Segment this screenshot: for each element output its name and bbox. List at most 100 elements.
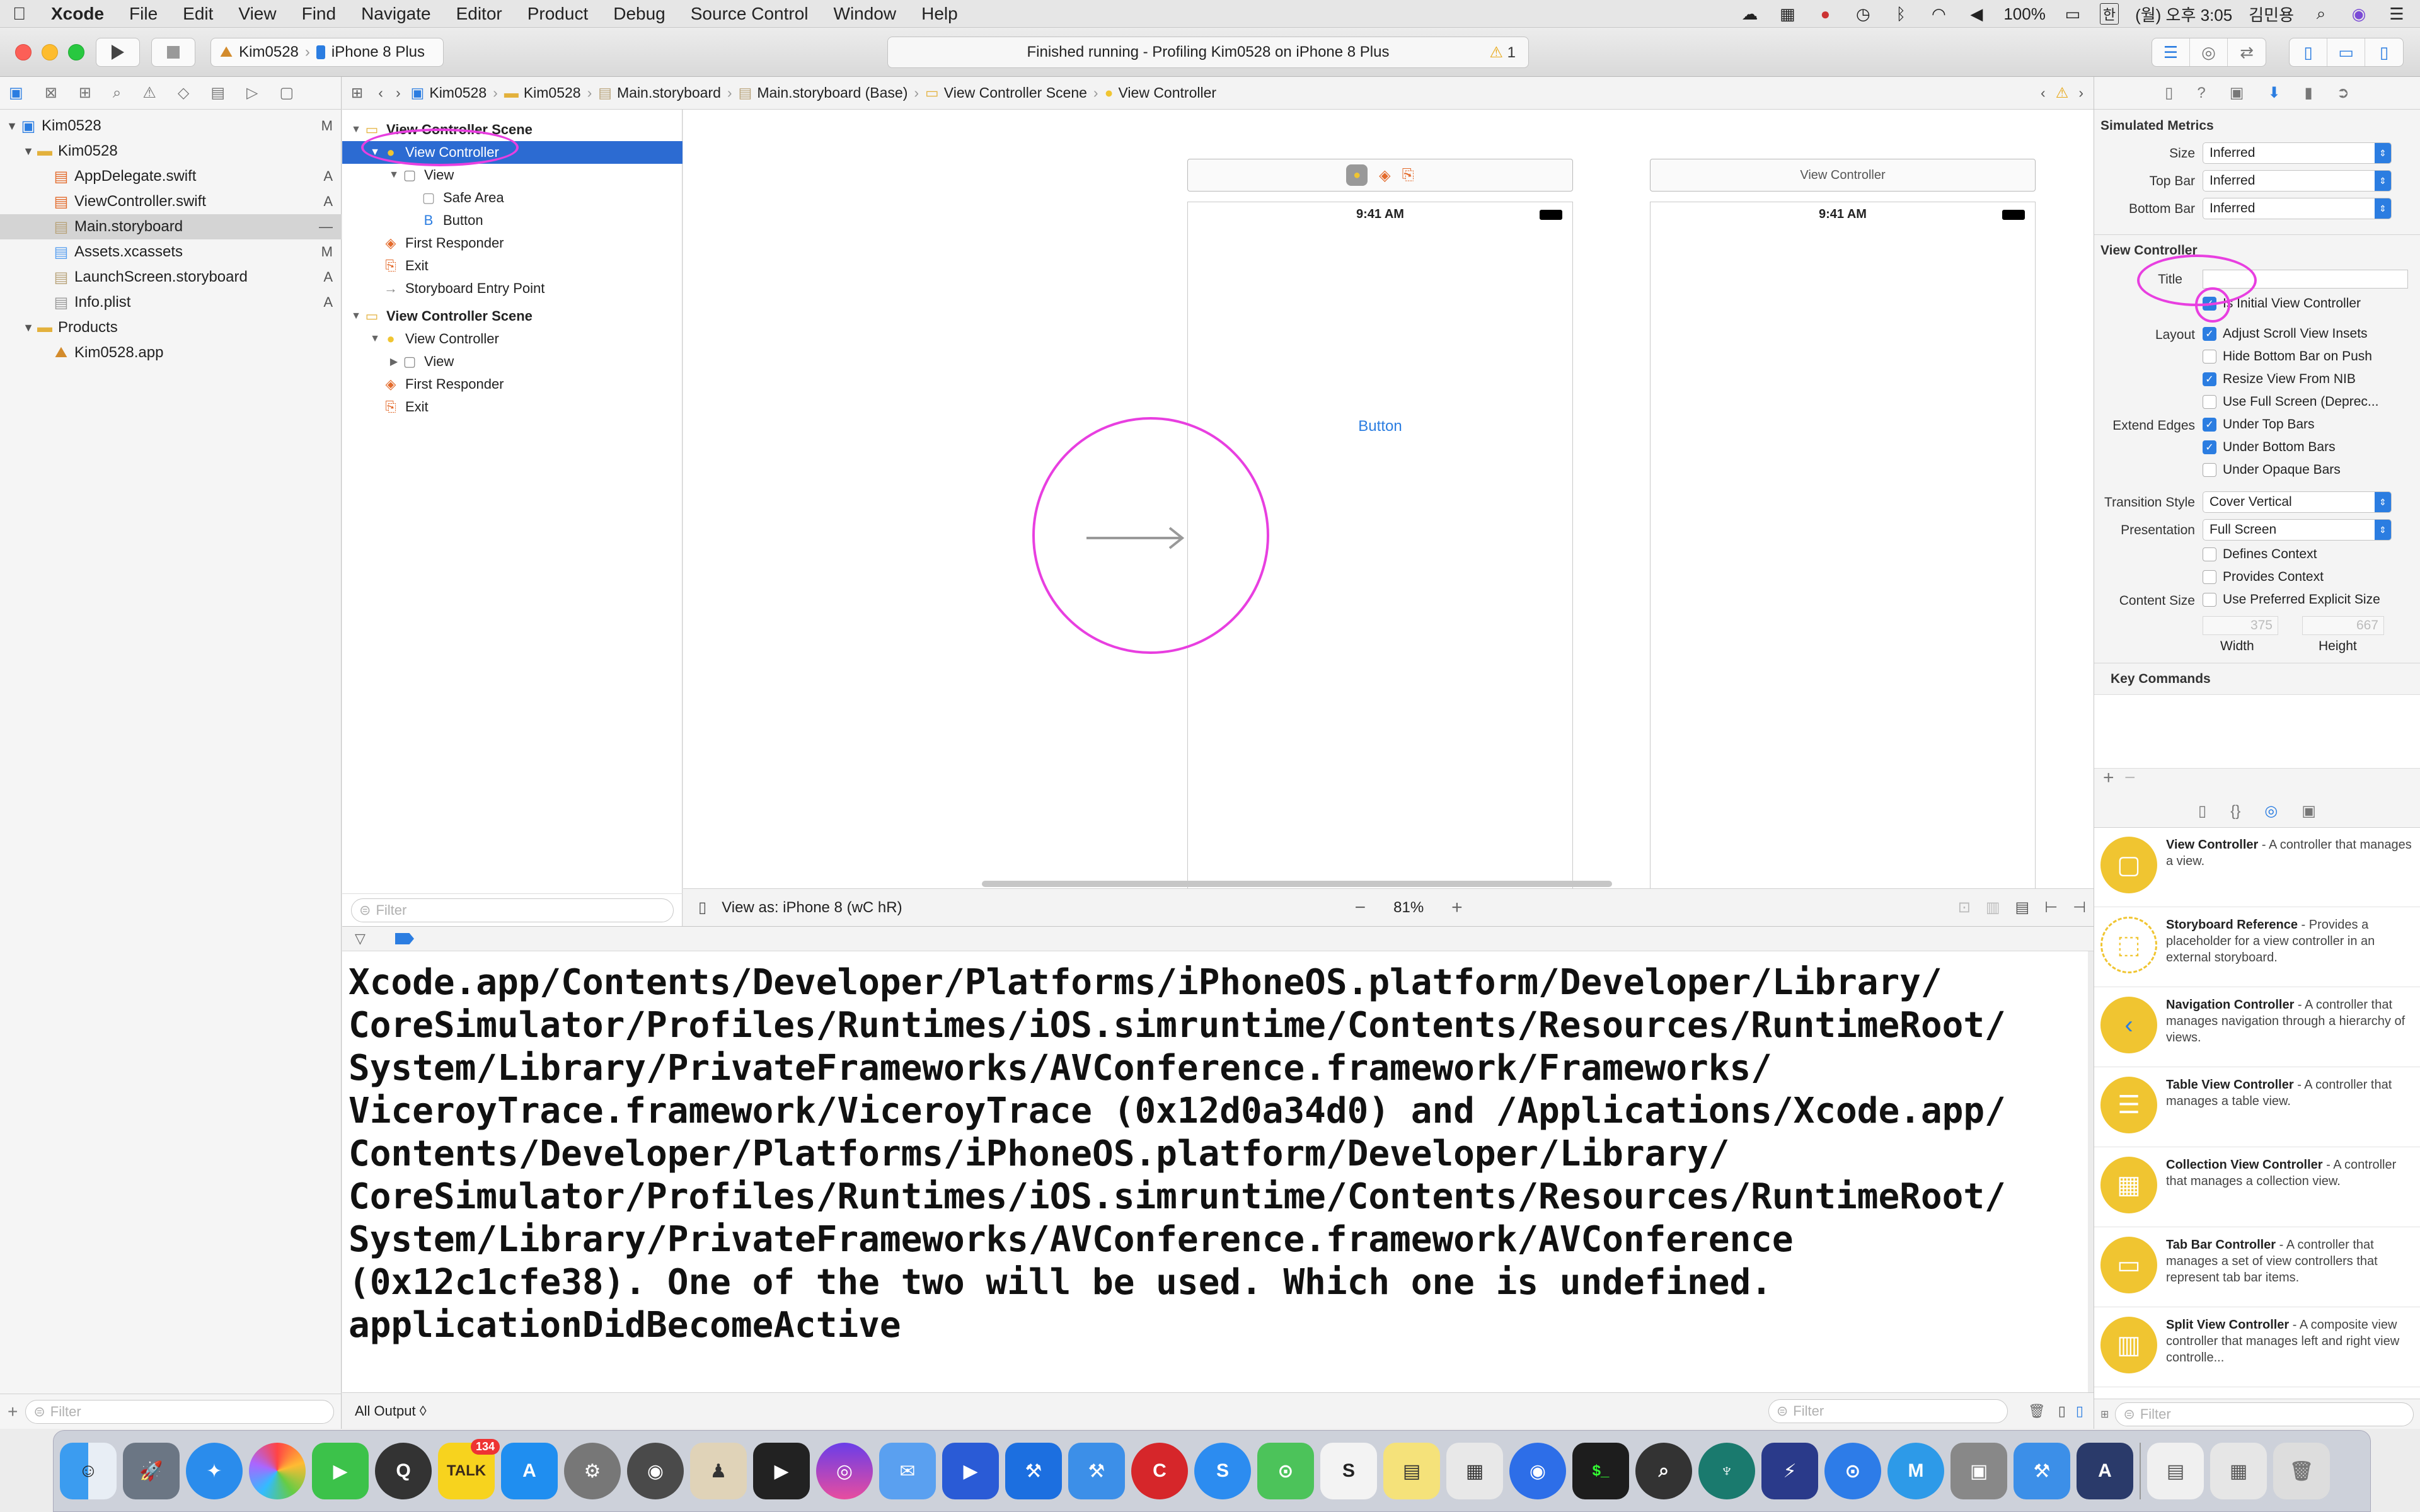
zoom-out-button[interactable]: −: [1340, 897, 1381, 919]
menu-debug[interactable]: Debug: [601, 0, 678, 28]
file-template-icon[interactable]: ▯: [2198, 802, 2206, 820]
console-filter-input[interactable]: ⊜ Filter: [1768, 1399, 2008, 1423]
navigator-item[interactable]: ▤ LaunchScreen.storyboard A: [0, 265, 342, 290]
trash-icon[interactable]: 🗑: [2020, 1403, 2053, 1419]
disclosure-triangle-icon[interactable]: ▼: [367, 333, 383, 345]
disclosure-triangle-icon[interactable]: ▼: [20, 145, 37, 158]
zoom-level[interactable]: 81%: [1381, 899, 1436, 917]
navigator-item[interactable]: ▤ Info.plist A: [0, 290, 342, 315]
remove-icon[interactable]: −: [2124, 767, 2136, 789]
provides-context-checkbox[interactable]: Provides Context: [2203, 570, 2324, 585]
navigator-item[interactable]: ▤ ViewController.swift A: [0, 189, 342, 214]
navigator-item[interactable]: ▼ ▣ Kim0528 M: [0, 113, 342, 139]
menu-window[interactable]: Window: [821, 0, 909, 28]
previous-issue-icon[interactable]: ‹: [2034, 84, 2052, 101]
preferred-size-checkbox[interactable]: Use Preferred Explicit Size: [2203, 592, 2380, 607]
storyboard-button[interactable]: Button: [1188, 418, 1572, 435]
presentation-select[interactable]: Full Screen ⇕: [2203, 519, 2392, 541]
toggle-utilities-icon[interactable]: ▯: [2365, 38, 2403, 66]
preview-icon[interactable]: ▦: [1446, 1443, 1503, 1499]
scheme-selector[interactable]: ⛰ Kim0528 › iPhone 8 Plus: [210, 38, 444, 67]
disclosure-triangle-icon[interactable]: ▼: [386, 169, 401, 181]
add-icon[interactable]: +: [8, 1402, 18, 1422]
navigator-item[interactable]: ▤ AppDelegate.swift A: [0, 164, 342, 189]
identity-inspector-icon[interactable]: ▣: [2230, 84, 2244, 102]
menu-editor[interactable]: Editor: [444, 0, 515, 28]
update-frames-icon[interactable]: ⊡: [1950, 898, 1978, 917]
add-icon[interactable]: +: [2103, 767, 2114, 789]
under-opaque-checkbox[interactable]: Under Opaque Bars: [2203, 462, 2341, 478]
alfred-icon[interactable]: ⌕: [1635, 1443, 1692, 1499]
launchpad-icon[interactable]: 🚀: [123, 1443, 180, 1499]
version-editor-icon[interactable]: ⇄: [2228, 38, 2266, 66]
stop-button[interactable]: [151, 38, 195, 67]
split-console-icon[interactable]: ▯: [2053, 1403, 2071, 1419]
transition-select[interactable]: Cover Vertical ⇕: [2203, 491, 2392, 513]
library-item[interactable]: ▭ Tab Bar Controller - A controller that …: [2094, 1228, 2420, 1307]
view-as-device[interactable]: View as: iPhone 8 (wC hR): [722, 899, 902, 917]
menu-edit[interactable]: Edit: [170, 0, 226, 28]
standard-editor-icon[interactable]: ☰: [2152, 38, 2190, 66]
outline-item[interactable]: ▼ ● View Controller: [342, 328, 683, 350]
object-library-icon[interactable]: ◎: [2264, 802, 2278, 820]
menu-help[interactable]: Help: [909, 0, 971, 28]
battery-icon[interactable]: ▭: [2062, 4, 2083, 23]
bottombar-select[interactable]: Inferred ⇕: [2203, 198, 2392, 219]
menu-view[interactable]: View: [226, 0, 289, 28]
toggle-navigator-icon[interactable]: ▯: [2290, 38, 2327, 66]
adjust-scroll-checkbox[interactable]: ✓ Adjust Scroll View Insets: [2203, 326, 2368, 341]
location-icon[interactable]: ⊙: [1824, 1443, 1881, 1499]
output-selector[interactable]: All Output ◊: [342, 1403, 427, 1419]
library-item[interactable]: ⬚ Storyboard Reference - Provides a place…: [2094, 908, 2420, 987]
close-window-button[interactable]: [15, 44, 32, 60]
defines-context-checkbox[interactable]: Defines Context: [2203, 547, 2317, 562]
library-item[interactable]: ☰ Table View Controller - A controller th…: [2094, 1068, 2420, 1147]
menu-file[interactable]: File: [117, 0, 170, 28]
crumb-group[interactable]: ▬ Kim0528: [500, 84, 585, 101]
input-method[interactable]: 한: [2099, 3, 2119, 25]
height-field[interactable]: 667: [2302, 616, 2384, 635]
navigator-filter-input[interactable]: ⊜ Filter: [25, 1399, 334, 1424]
test-icon[interactable]: ◇: [178, 84, 189, 102]
menu-app-name[interactable]: Xcode: [38, 0, 117, 28]
code-snippet-icon[interactable]: {}: [2230, 803, 2240, 820]
crumb-view-controller[interactable]: ● View Controller: [1101, 84, 1220, 101]
cloud-icon[interactable]: ☁: [1739, 4, 1760, 23]
exit-dock-icon[interactable]: ⎘: [1402, 166, 1414, 184]
navigator-item[interactable]: ⛰ Kim0528.app: [0, 340, 342, 365]
disclosure-triangle-icon[interactable]: ▼: [4, 120, 20, 133]
spotlight-icon[interactable]: ⌕: [2310, 4, 2332, 23]
hide-bottom-checkbox[interactable]: Hide Bottom Bar on Push: [2203, 349, 2372, 364]
outline-item[interactable]: ▶ ▢ View: [342, 350, 683, 373]
menubar-clock[interactable]: (월) 오후 3:05: [2135, 3, 2232, 26]
run-button[interactable]: [96, 38, 140, 67]
outline-item[interactable]: ▢ Safe Area: [342, 186, 683, 209]
grid-icon[interactable]: ▦: [1777, 4, 1798, 23]
find-icon[interactable]: ⌕: [113, 84, 121, 102]
breakpoints-toggle-icon[interactable]: [395, 933, 414, 944]
grid-view-icon[interactable]: ⊞: [2100, 1408, 2109, 1421]
crumb-storyboard[interactable]: ▤ Main.storyboard: [594, 84, 725, 101]
folder-icon[interactable]: ▣: [9, 84, 23, 102]
crumb-storyboard-base[interactable]: ▤ Main.storyboard (Base): [735, 84, 912, 101]
document-icon[interactable]: ▤: [2147, 1443, 2204, 1499]
source-control-icon[interactable]: ⊠: [45, 84, 57, 102]
notification-center-icon[interactable]: ☰: [2386, 4, 2407, 23]
finder-icon[interactable]: ☺: [60, 1443, 117, 1499]
assistant-editor-icon[interactable]: ◎: [2190, 38, 2228, 66]
instruments-icon[interactable]: ◉: [627, 1443, 684, 1499]
menu-source-control[interactable]: Source Control: [678, 0, 821, 28]
back-icon[interactable]: ‹: [372, 84, 389, 101]
outline-item[interactable]: B Button: [342, 209, 683, 232]
navigator-item[interactable]: ▼ ▬ Products: [0, 315, 342, 340]
menu-product[interactable]: Product: [515, 0, 601, 28]
menu-navigate[interactable]: Navigate: [349, 0, 444, 28]
toggle-debug-area-icon[interactable]: ▭: [2327, 38, 2365, 66]
issue-icon[interactable]: ⚠: [142, 84, 156, 102]
kakaotalk-icon[interactable]: TALK 134: [438, 1439, 500, 1499]
warning-indicator[interactable]: ⚠ 1: [1489, 43, 1516, 62]
zoom-in-button[interactable]: +: [1436, 897, 1478, 919]
align-icon[interactable]: ▤: [2008, 898, 2037, 917]
horizontal-scrollbar[interactable]: [982, 881, 1612, 887]
size-select[interactable]: Inferred ⇕: [2203, 142, 2392, 164]
